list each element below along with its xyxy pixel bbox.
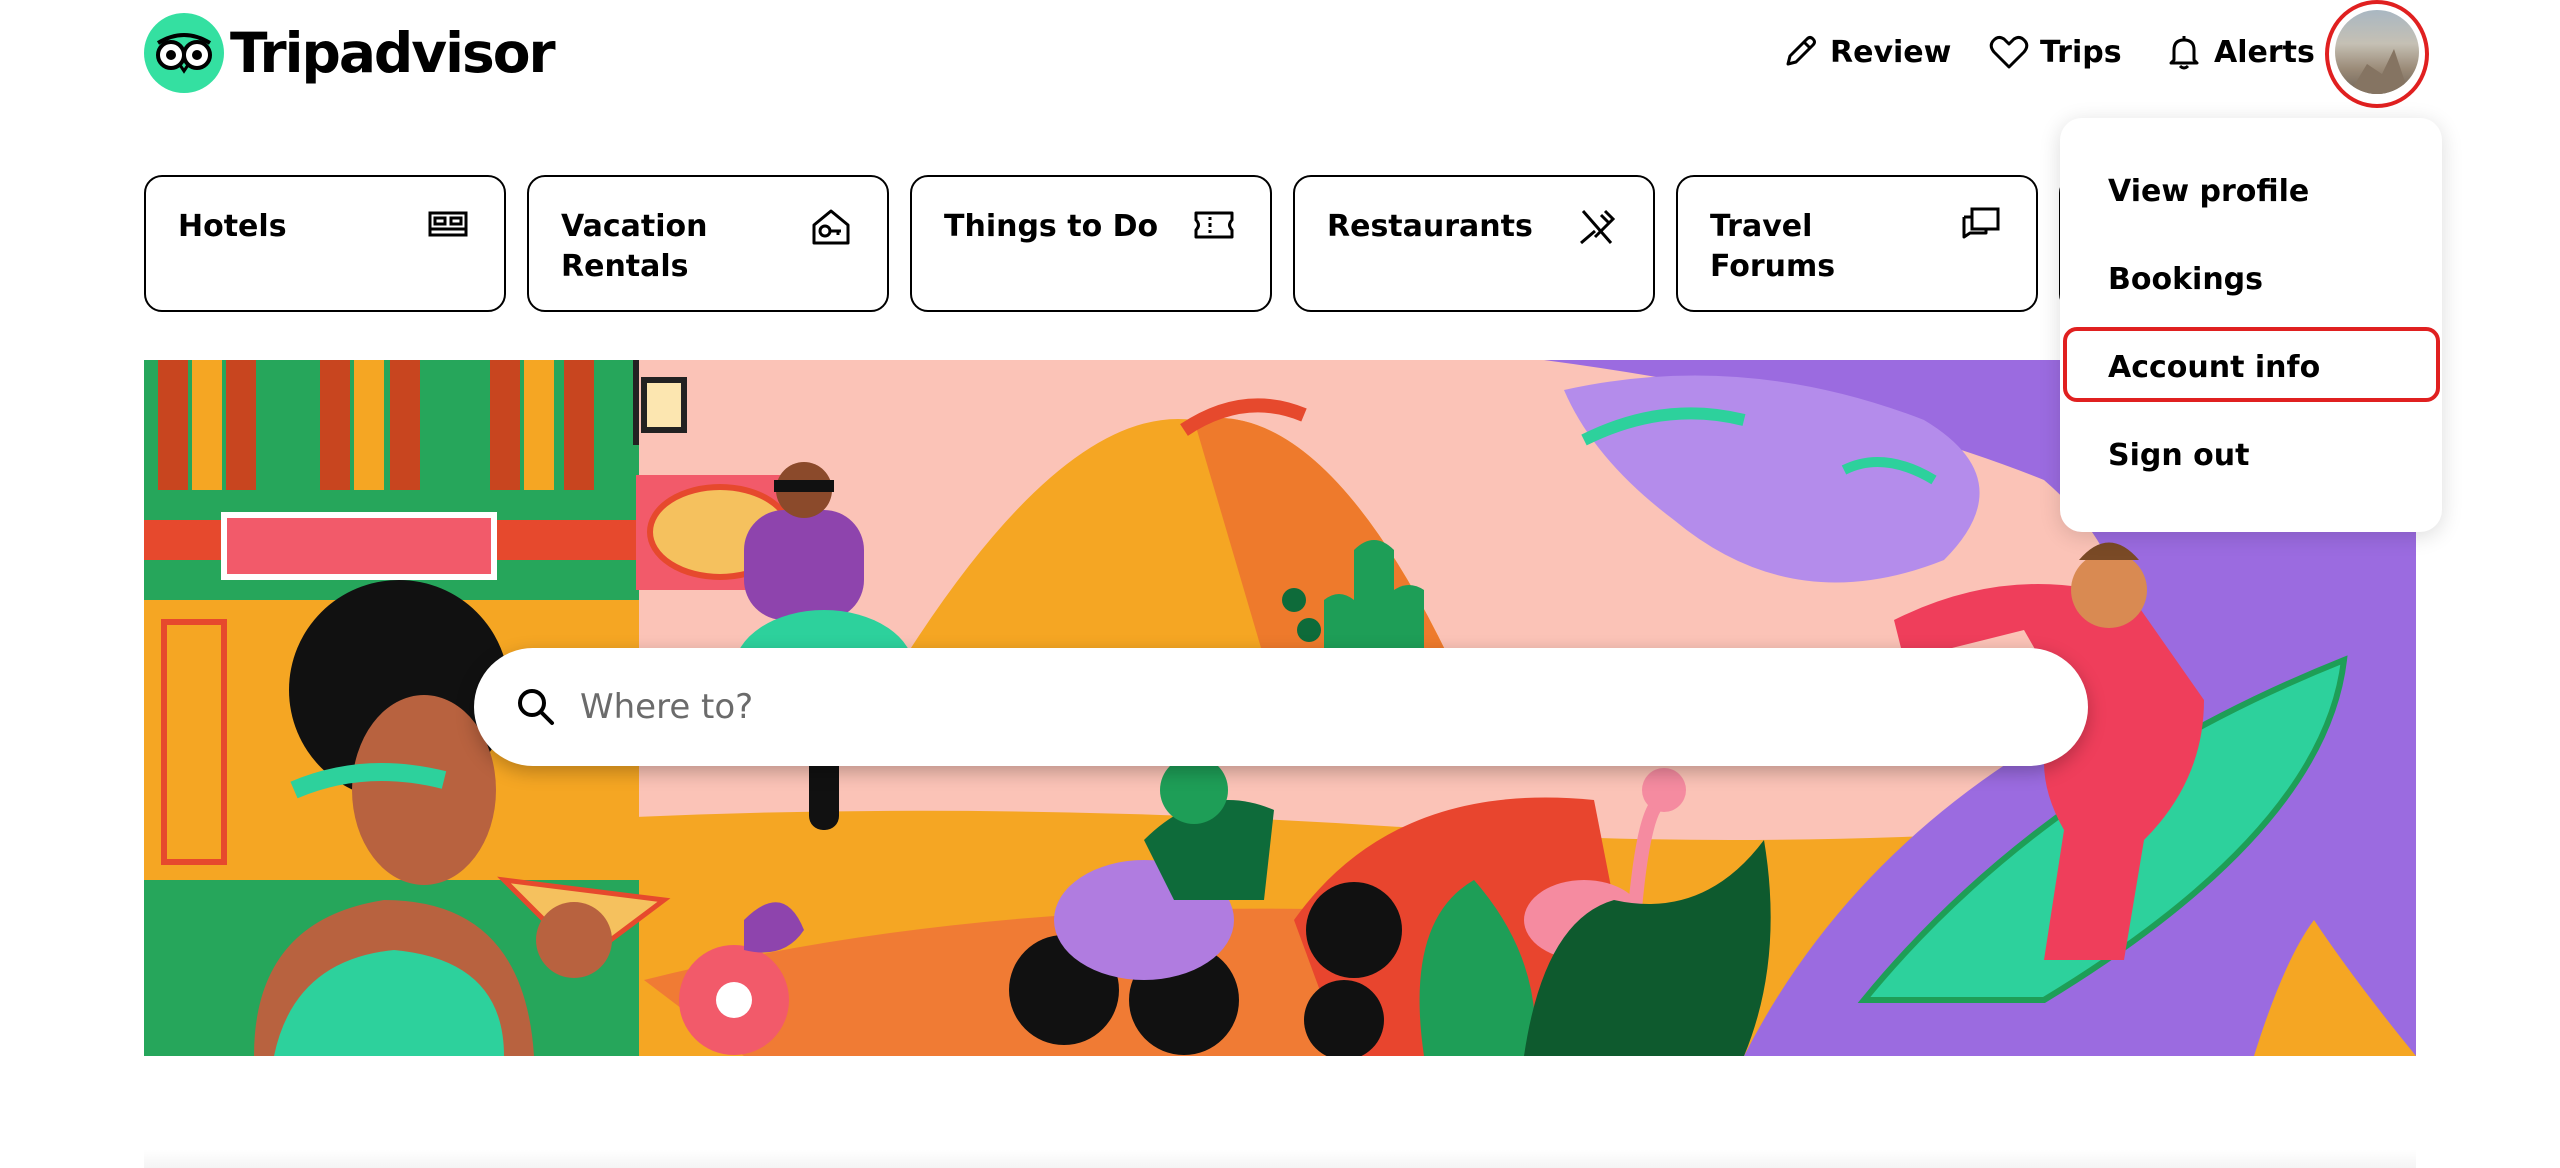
tab-label: Restaurants xyxy=(1327,209,1533,244)
search-icon xyxy=(518,689,554,725)
owl-logo-icon xyxy=(144,13,224,93)
fork-knife-icon xyxy=(1580,209,1616,245)
chat-bubbles-icon xyxy=(1962,207,2000,239)
page: Tripadvisor Review Trips Alerts Hotels V… xyxy=(0,0,2560,1168)
account-info-highlight xyxy=(2063,327,2440,402)
tab-label: Hotels xyxy=(178,209,287,244)
search-input[interactable] xyxy=(580,687,1980,727)
tab-label: Things to Do xyxy=(944,209,1159,244)
tab-things-to-do[interactable]: Things to Do xyxy=(910,175,1272,312)
house-key-icon xyxy=(812,209,850,245)
menu-item-view-profile[interactable]: View profile xyxy=(2108,172,2309,212)
search-bar[interactable] xyxy=(474,648,2088,766)
tab-label: Travel Forums xyxy=(1710,209,1836,284)
tab-label: Vacation Rentals xyxy=(561,209,708,284)
bed-icon xyxy=(428,211,468,237)
alerts-link[interactable]: Alerts xyxy=(2164,14,2315,90)
tripadvisor-logo[interactable]: Tripadvisor xyxy=(144,12,556,94)
review-link[interactable]: Review xyxy=(1780,14,1951,90)
logo-text: Tripadvisor xyxy=(230,21,556,85)
avatar[interactable] xyxy=(2335,10,2419,94)
tab-restaurants[interactable]: Restaurants xyxy=(1293,175,1655,312)
pencil-icon xyxy=(1786,36,1816,66)
heart-icon xyxy=(1989,35,2029,69)
alerts-label: Alerts xyxy=(2214,34,2315,70)
page-divider xyxy=(144,1150,2416,1168)
tab-hotels[interactable]: Hotels xyxy=(144,175,506,312)
tab-travel-forums[interactable]: Travel Forums xyxy=(1676,175,2038,312)
review-label: Review xyxy=(1830,34,1952,70)
tab-vacation-rentals[interactable]: Vacation Rentals xyxy=(527,175,889,312)
trips-link[interactable]: Trips xyxy=(1988,14,2122,90)
ticket-icon xyxy=(1194,211,1234,239)
trips-label: Trips xyxy=(2040,34,2122,70)
menu-item-sign-out[interactable]: Sign out xyxy=(2108,436,2249,476)
profile-dropdown-menu: View profile Bookings Account info Sign … xyxy=(2060,118,2442,532)
menu-item-bookings[interactable]: Bookings xyxy=(2108,260,2263,300)
bell-icon xyxy=(2169,36,2199,70)
